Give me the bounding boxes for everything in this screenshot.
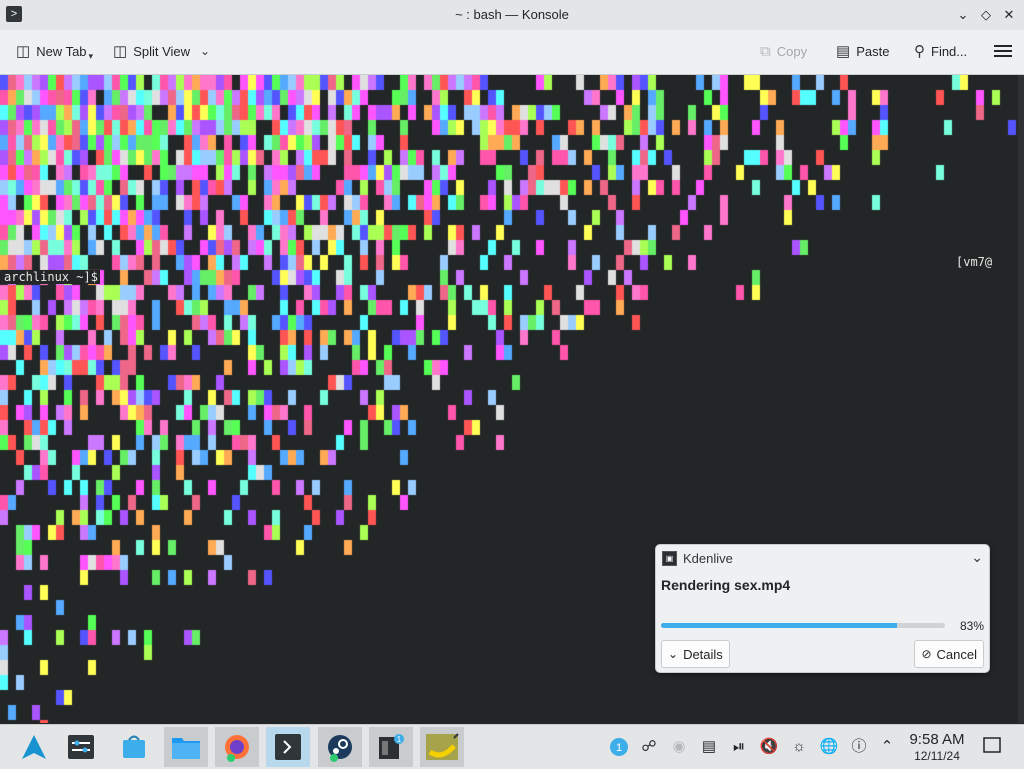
maximize-icon[interactable]: ◇ (977, 6, 995, 24)
paste-label: Paste (856, 43, 890, 59)
cancel-label: Cancel (936, 646, 977, 662)
terminal-prompt-fragment: [vm7@ (954, 255, 995, 269)
minimize-icon[interactable]: ⌄ (954, 6, 972, 24)
updates-badge-icon[interactable]: 1 (609, 737, 629, 757)
kdenlive-task[interactable]: 1 (369, 727, 413, 767)
volume-muted-icon[interactable]: 🔇 (759, 737, 779, 757)
hamburger-menu-icon[interactable] (994, 42, 1012, 60)
kdenlive-taskbar-icon: 1 (379, 734, 404, 759)
chevron-down-icon: ⌄ (200, 44, 211, 58)
media-task[interactable] (420, 727, 464, 767)
render-progress-bar (661, 623, 945, 628)
cancel-icon: ⊘ (921, 647, 932, 661)
title-bar: > ~ : bash — Konsole ⌄ ◇ ✕ (0, 0, 1024, 30)
new-tab-icon: ◫ (16, 43, 31, 60)
network-icon[interactable]: 🌐 (819, 737, 839, 757)
clock-date: 12/11/24 (914, 749, 960, 763)
banana-icon (426, 733, 459, 760)
terminal-prompt: archlinux ~]$ (2, 270, 100, 284)
details-button[interactable]: ⌄ Details (661, 640, 730, 668)
new-tab-label: New Tab (36, 43, 87, 59)
split-view-icon: ◫ (113, 43, 128, 60)
settings-icon (68, 735, 94, 759)
window-title: ~ : bash — Konsole (455, 7, 569, 22)
collapse-icon[interactable]: ⌄ (971, 549, 983, 566)
progress-percent: 83% (959, 619, 984, 633)
copy-button[interactable]: ⧉ Copy (760, 38, 807, 64)
steam-icon (328, 735, 352, 762)
copy-label: Copy (776, 43, 808, 59)
paste-icon: ▤ (836, 43, 851, 60)
app-launcher-button[interactable] (12, 727, 56, 767)
kdenlive-icon: ▣ (662, 551, 677, 566)
new-tab-caret-icon: ▾ (88, 50, 94, 61)
search-icon: ⚲ (914, 43, 925, 60)
clock[interactable]: 9:58 AM 12/11/24 (900, 731, 974, 763)
firefox-task[interactable] (215, 727, 259, 767)
toolbar: ◫ New Tab ▾ ◫ Split View ⌄ ⧉ Copy ▤ Past… (0, 30, 1024, 75)
arch-linux-icon (22, 735, 46, 759)
notification-header: ▣ Kdenlive (662, 551, 733, 566)
updates-count: 1 (616, 742, 622, 754)
media-pause-icon[interactable]: ⏯ (729, 737, 749, 757)
expand-tray-icon[interactable]: ⌃ (877, 737, 897, 757)
discover-icon (123, 735, 145, 758)
split-view-button[interactable]: ◫ Split View ⌄ (113, 38, 210, 64)
konsole-task[interactable] (266, 727, 310, 767)
kde-connect-icon[interactable]: ☍ (639, 737, 659, 757)
steam-task[interactable] (318, 727, 362, 767)
terminal-scrollbar[interactable] (1018, 75, 1024, 723)
steam-tray-icon[interactable]: ◉ (669, 737, 689, 757)
details-label: Details (683, 646, 723, 662)
firefox-icon (225, 735, 249, 762)
cancel-button[interactable]: ⊘ Cancel (914, 640, 984, 668)
split-view-label: Split View (133, 43, 191, 59)
konsole-icon (275, 734, 301, 760)
folder-icon (172, 738, 200, 759)
find-button[interactable]: ⚲ Find... (914, 38, 967, 64)
find-label: Find... (931, 43, 968, 59)
brightness-icon[interactable]: ☼ (789, 737, 809, 757)
clock-time: 9:58 AM (909, 731, 965, 748)
clipboard-icon[interactable]: ▤ (699, 737, 719, 757)
copy-icon: ⧉ (760, 42, 771, 60)
discover-badge: 1 (397, 735, 402, 744)
notification-title: Rendering sex.mp4 (661, 577, 791, 593)
taskbar: 1 1 ☍ ◉ ▤ ⏯ 🔇 ☼ 🌐 ⓘ ⌃ 9:58 AM 12/11/24 (0, 724, 1024, 769)
system-settings-task[interactable] (59, 727, 103, 767)
discover-task[interactable] (112, 727, 156, 767)
chevron-down-icon: ⌄ (668, 647, 679, 661)
paste-button[interactable]: ▤ Paste (836, 38, 889, 64)
notification-app-name: Kdenlive (683, 551, 733, 566)
power-icon[interactable]: ⓘ (849, 737, 869, 757)
render-notification: ▣ Kdenlive ⌄ Rendering sex.mp4 83% ⌄ Det… (655, 544, 990, 673)
close-icon[interactable]: ✕ (1000, 6, 1018, 24)
show-desktop-icon[interactable] (982, 737, 1002, 757)
new-tab-button[interactable]: ◫ New Tab ▾ (16, 38, 93, 64)
dolphin-task[interactable] (164, 727, 208, 767)
